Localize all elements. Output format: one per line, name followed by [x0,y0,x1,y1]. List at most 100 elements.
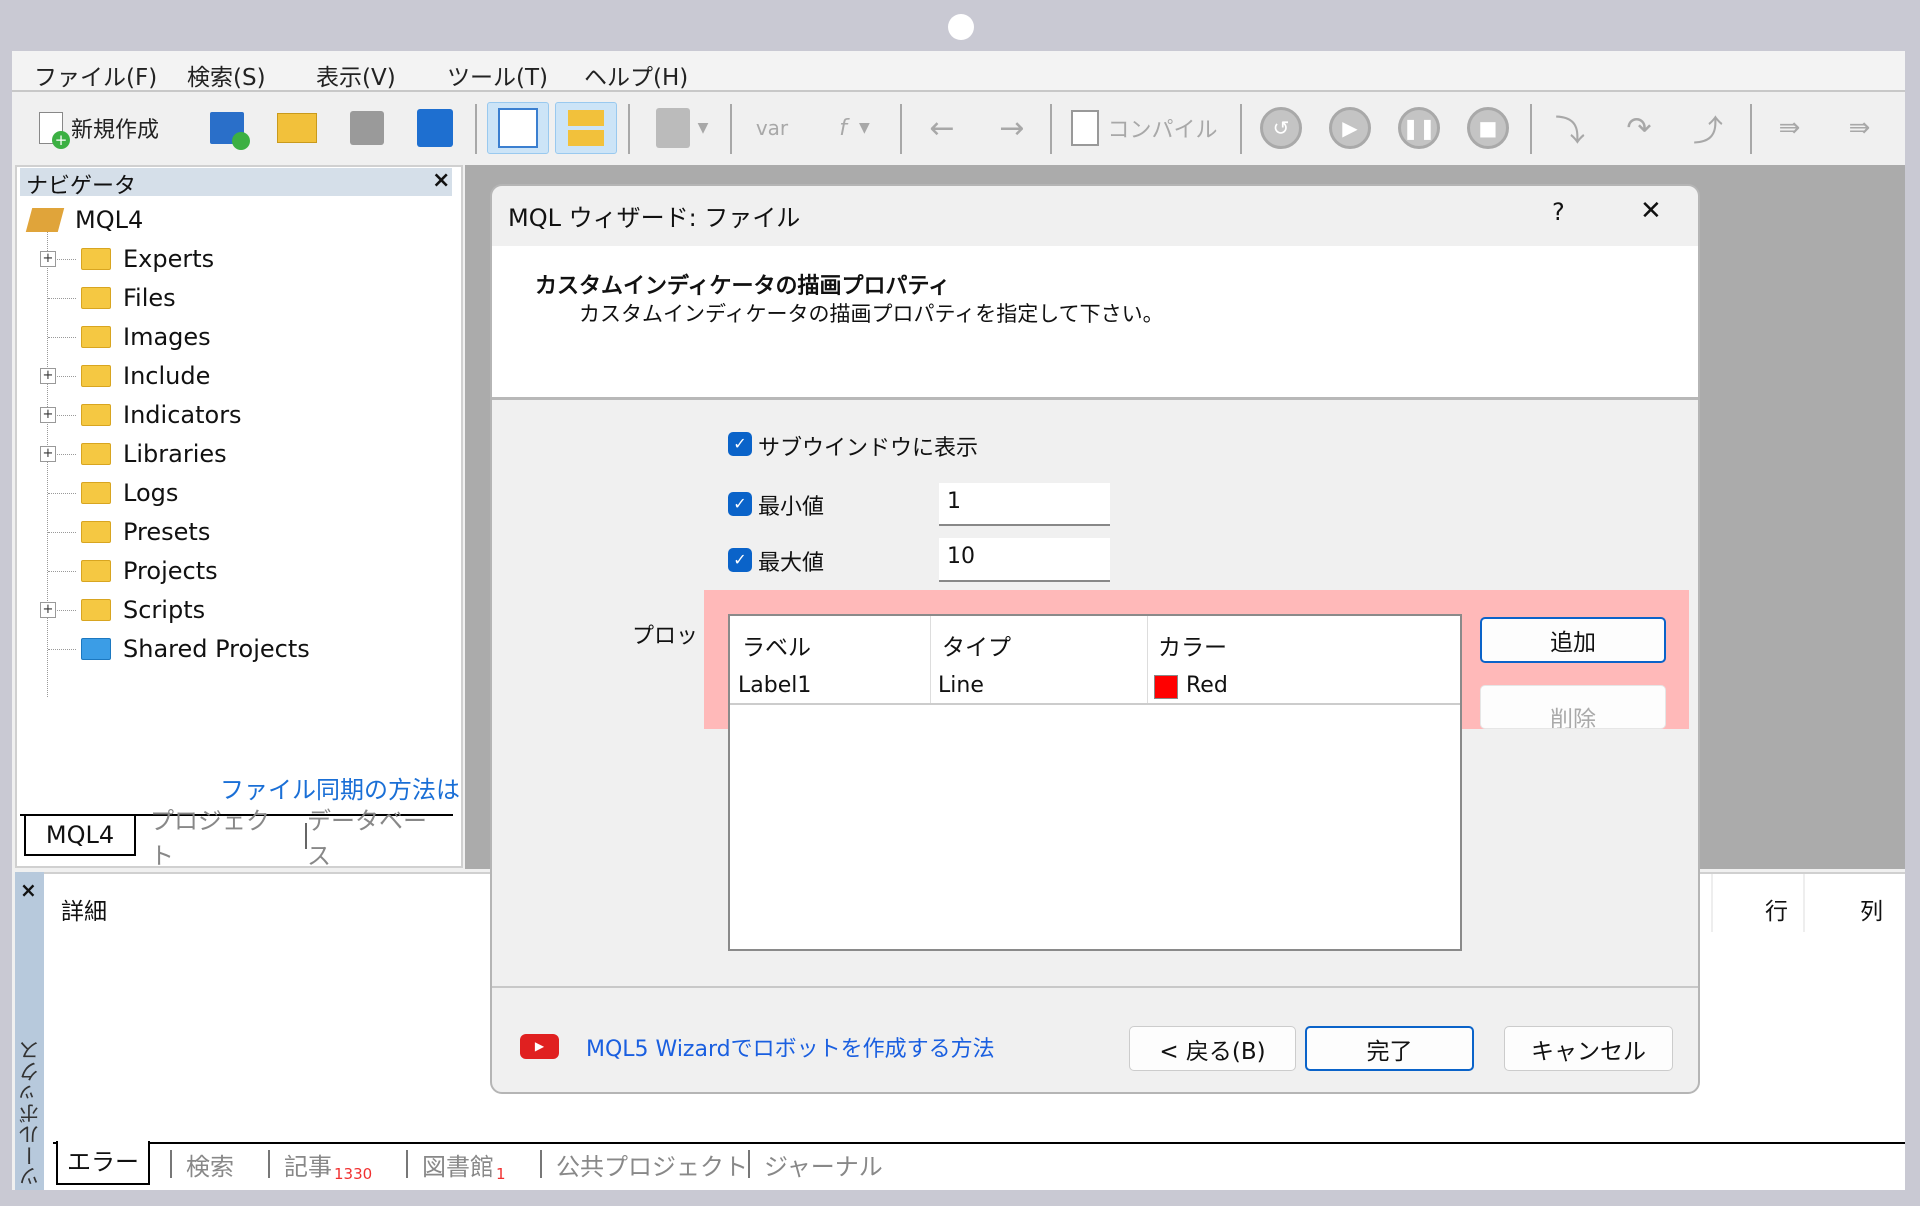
column-col: 列 [1860,899,1883,925]
menu-view[interactable]: 表示(V) [316,58,396,92]
back-button[interactable]: < 戻る(B) [1129,1026,1296,1071]
tree-item-files[interactable]: Files [81,281,176,315]
minimum-input[interactable]: 1 [939,483,1110,526]
minimum-checkbox[interactable]: ✓ [728,492,752,516]
tree-item-label: Experts [123,245,215,273]
tree-item-presets[interactable]: Presets [81,515,210,549]
dropdown-arrow-icon: ▼ [697,120,709,136]
toolbar-separator [1530,104,1532,154]
tree-item-experts[interactable]: Experts [81,242,214,276]
table-row[interactable]: Label1 Line Red [730,669,1460,705]
navigator-toggle-button[interactable] [487,102,549,154]
tree-item-label: Images [123,323,211,351]
pause-button[interactable]: ❚❚ [1393,102,1445,154]
insert-function-button[interactable]: f ▼ [817,102,892,154]
back-button[interactable]: ← [922,102,962,154]
header-type[interactable]: タイプ [942,628,1011,662]
save-all-button[interactable] [410,102,460,154]
dialog-header: カスタムインディケータの描画プロパティ カスタムインディケータの描画プロパティを… [492,246,1698,400]
header-color[interactable]: カラー [1158,628,1227,662]
toolbar: + 新規作成 ▼ var f ▼ ← → コンパイル ↺ ▶ ❚❚ ■ ⤵ ↷ ⤴… [12,94,1905,162]
tree-item-label: Indicators [123,401,242,429]
save-button[interactable] [342,102,392,154]
forward-button[interactable]: → [992,102,1032,154]
maximum-input[interactable]: 10 [939,538,1110,582]
tree-root[interactable]: MQL4 [25,203,144,237]
compile-button[interactable]: コンパイル [1067,102,1222,154]
step-out-button[interactable]: ⤴ [1683,102,1733,154]
tab-label: ジャーナル [764,1152,883,1181]
video-link[interactable]: MQL5 Wizardでロボットを作成する方法 [586,1031,995,1063]
menu-tools[interactable]: ツール(T) [447,58,548,92]
step-over-button[interactable]: ↷ [1614,102,1664,154]
breakpoint-button[interactable]: ⇛ [1767,102,1812,154]
menu-file[interactable]: ファイル(F) [34,58,157,92]
tab-database[interactable]: データベース [305,807,445,870]
expand-icon[interactable]: + [40,407,56,423]
add-button[interactable]: 追加 [1480,617,1666,663]
tree-item-include[interactable]: Include [81,359,210,393]
toolbox-tab-2[interactable]: 記事 1330 [268,1150,372,1183]
toolbox-tab-4[interactable]: 公共プロジェクト [540,1150,748,1181]
finish-button[interactable]: 完了 [1305,1026,1474,1071]
folder-icon [81,365,111,387]
toolbox-tab-5[interactable]: ジャーナル [748,1150,883,1181]
clipboard-button[interactable]: ▼ [642,102,722,154]
toolbar-separator [475,104,477,154]
tree-item-label: Shared Projects [123,635,310,663]
toolbox-tab-1[interactable]: 検索 [170,1150,234,1181]
header-label[interactable]: ラベル [742,628,811,662]
subwindow-checkbox[interactable]: ✓ [728,432,752,456]
menu-help[interactable]: ヘルプ(H) [584,58,688,92]
start-debug-button[interactable]: ▶ [1324,102,1376,154]
new-file-button[interactable]: + 新規作成 [24,102,174,154]
stop-button[interactable]: ■ [1462,102,1514,154]
indent-icon: ⇛ [1848,113,1871,143]
folder-icon [81,599,111,621]
tree-item-scripts[interactable]: Scripts [81,593,205,627]
tree-item-shared-projects[interactable]: Shared Projects [81,632,310,666]
menu-search[interactable]: 検索(S) [187,58,266,92]
tab-badge: 1330 [334,1165,373,1183]
toolbox-tab-3[interactable]: 図書館 1 [406,1150,506,1183]
toolbox-tab-0[interactable]: エラー [56,1141,150,1185]
help-button[interactable]: ? [1552,198,1565,226]
tab-mql4[interactable]: MQL4 [24,816,136,856]
delete-button[interactable]: 削除 [1480,685,1666,729]
tree-item-label: Scripts [123,596,206,624]
toolbox-toggle-button[interactable] [555,102,617,154]
tab-project[interactable]: プロジェクト [150,807,290,870]
expand-icon[interactable]: + [40,368,56,384]
toolbar-separator [628,104,630,154]
maximum-checkbox[interactable]: ✓ [728,548,752,572]
indent-icon: ⇛ [1778,113,1801,143]
navigator-close-button[interactable]: × [432,168,450,193]
tree-item-libraries[interactable]: Libraries [81,437,227,471]
step-into-button[interactable]: ⤵ [1545,102,1595,154]
open-button[interactable] [272,102,322,154]
stop-icon: ■ [1467,107,1509,149]
row-label: Label1 [738,673,812,698]
expand-icon[interactable]: + [40,602,56,618]
expand-icon[interactable]: + [40,446,56,462]
file-sync-link[interactable]: ファイル同期の方法は [220,770,460,805]
insert-variable-button[interactable]: var [747,102,797,154]
cancel-button[interactable]: キャンセル [1504,1026,1673,1071]
tree-item-logs[interactable]: Logs [81,476,178,510]
folder-icon [81,326,111,348]
play-icon: ▶ [1329,107,1371,149]
tree-root-label: MQL4 [75,206,144,234]
breakpoint-next-button[interactable]: ⇛ [1837,102,1882,154]
expand-icon[interactable]: + [40,251,56,267]
tree-item-projects[interactable]: Projects [81,554,218,588]
new-project-button[interactable] [202,102,252,154]
toolbox-close-button[interactable]: × [20,878,37,902]
debug-restart-button[interactable]: ↺ [1255,102,1307,154]
close-button[interactable]: ✕ [1640,196,1662,226]
tab-badge: 1 [496,1165,506,1183]
tree-item-indicators[interactable]: Indicators [81,398,242,432]
tree-item-images[interactable]: Images [81,320,211,354]
plots-table[interactable]: ラベル タイプ カラー Label1 Line Red [728,614,1462,951]
arrow-right-icon: → [999,110,1025,146]
column-line: 行 [1765,899,1788,925]
